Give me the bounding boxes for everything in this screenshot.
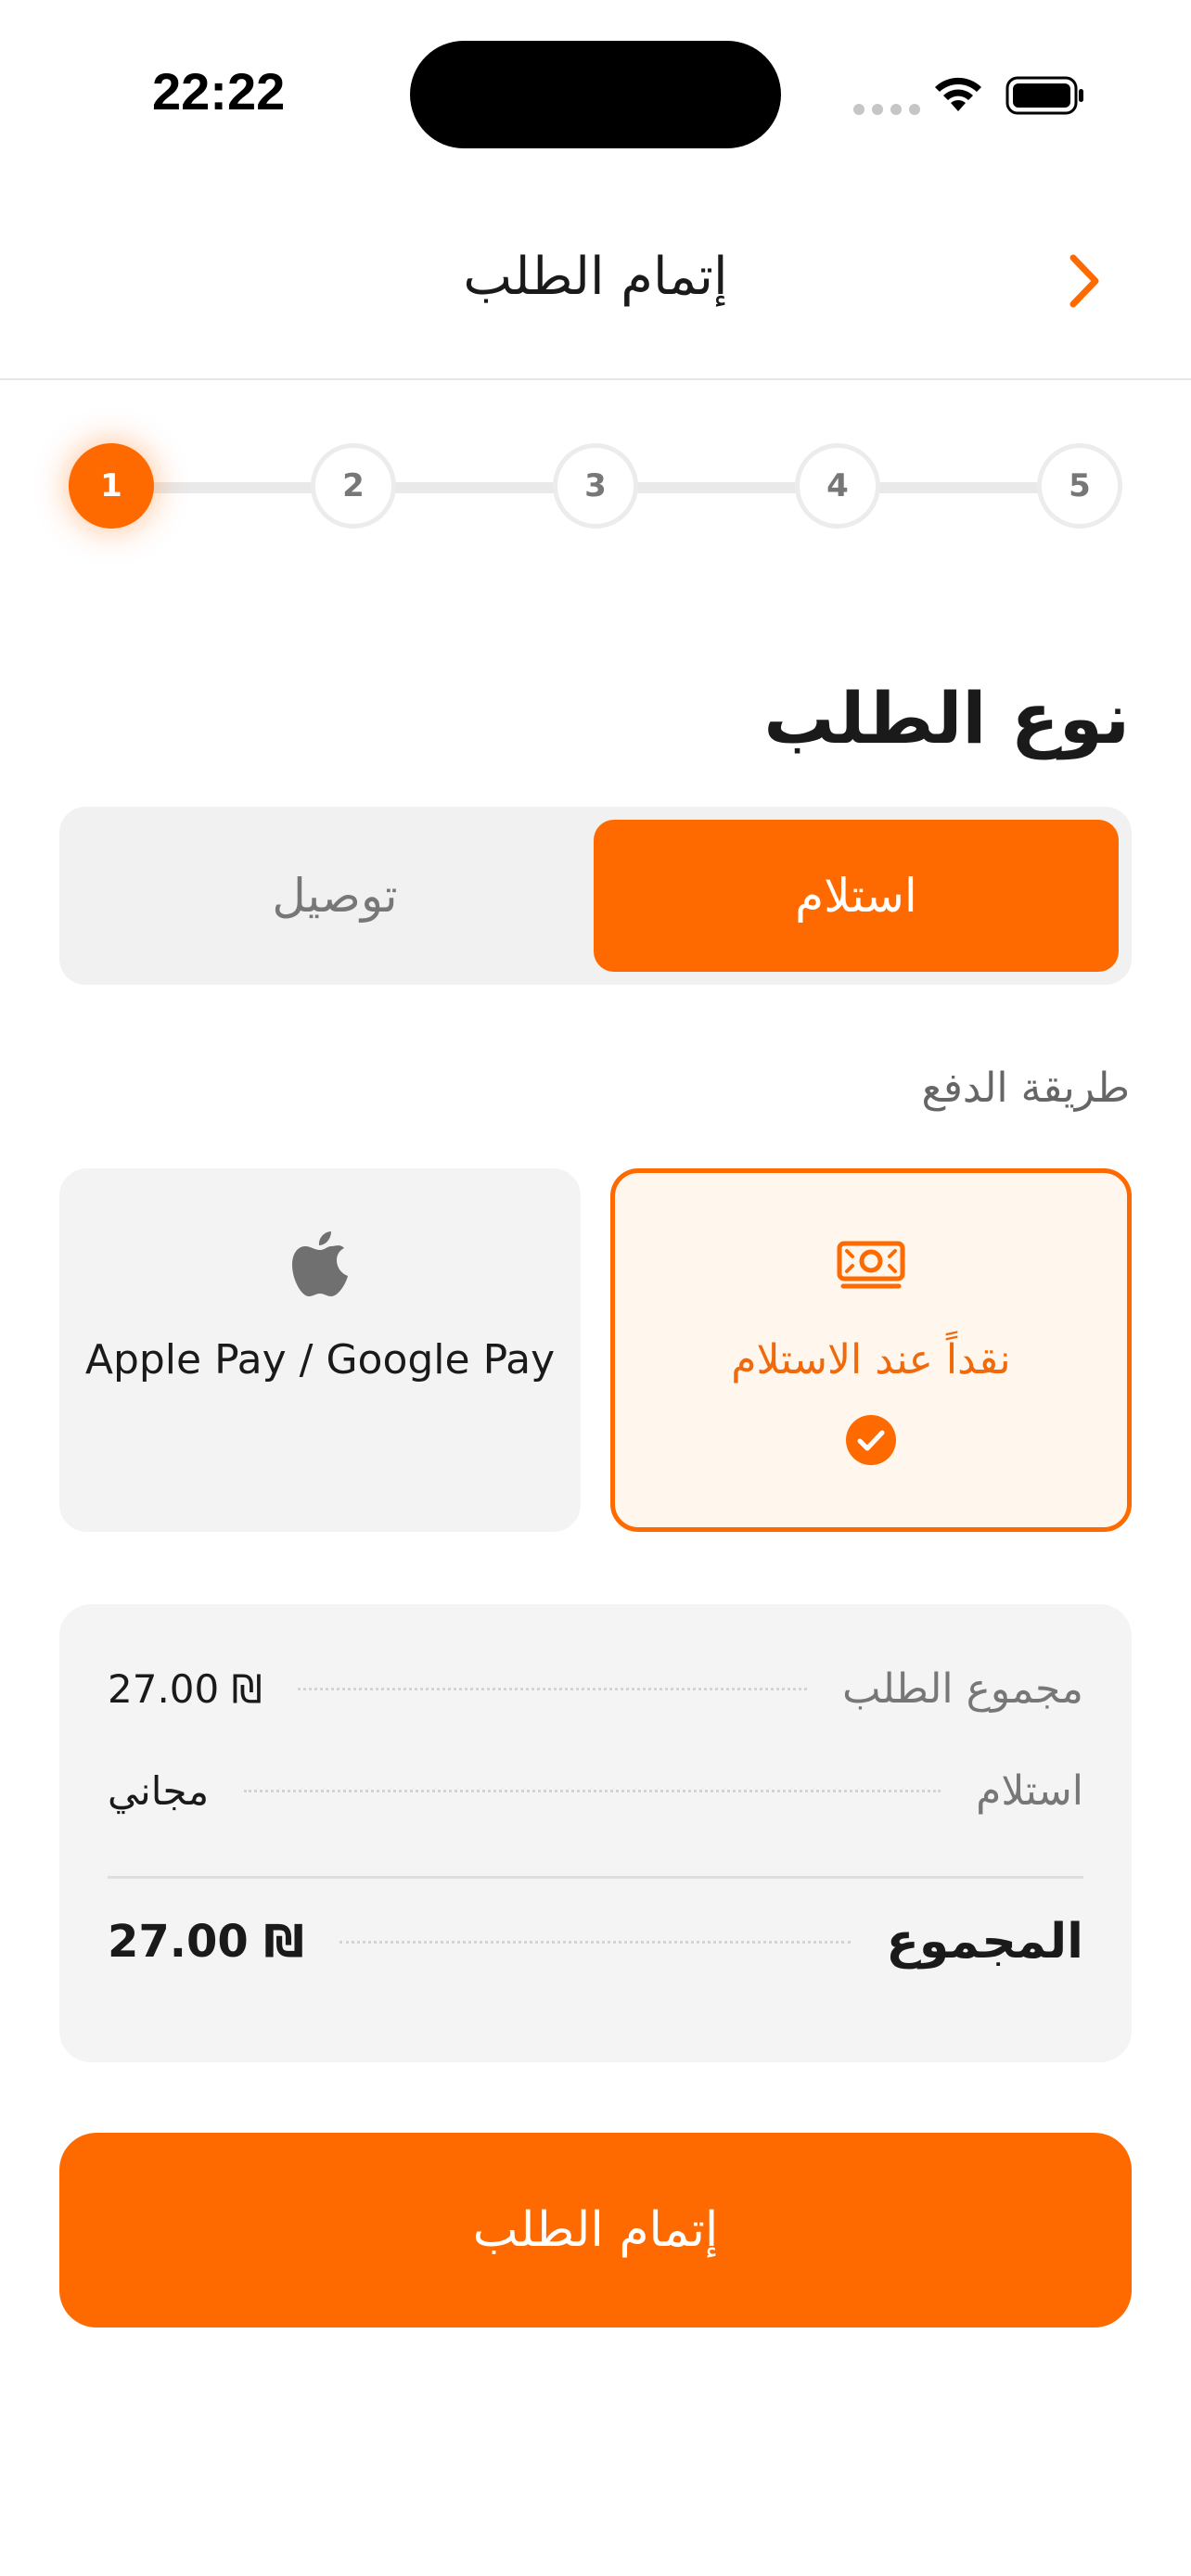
status-time: 22:22 xyxy=(152,62,286,121)
order-summary: 27.00 ₪ مجموع الطلب مجاني استلام 27.00 ₪… xyxy=(59,1604,1132,2062)
complete-order-button[interactable]: إتمام الطلب xyxy=(59,2133,1132,2327)
header: إتمام الطلب xyxy=(0,176,1191,380)
pickup-fee-value: مجاني xyxy=(108,1768,210,1814)
wallet-method-label: Apple Pay / Google Pay xyxy=(84,1336,556,1384)
back-button[interactable] xyxy=(1054,247,1115,315)
wallet-pay-card[interactable]: Apple Pay / Google Pay xyxy=(59,1168,581,1532)
pickup-fee-row: مجاني استلام xyxy=(108,1767,1083,1815)
check-circle-icon xyxy=(846,1415,896,1465)
subtotal-value: 27.00 ₪ xyxy=(108,1666,263,1712)
order-type-toggle: استلام توصيل xyxy=(59,807,1132,985)
step-1: 1 xyxy=(69,443,154,529)
order-type-title: نوع الطلب xyxy=(763,677,1130,759)
step-5: 5 xyxy=(1037,443,1122,529)
progress-stepper: 1 2 3 4 5 xyxy=(69,443,1122,530)
delivery-option[interactable]: توصيل xyxy=(72,820,597,972)
payment-method-label: طريقة الدفع xyxy=(921,1065,1130,1112)
wifi-icon xyxy=(935,77,981,111)
chevron-right-icon xyxy=(1069,254,1099,308)
cash-method-label: نقداً عند الاستلام xyxy=(731,1336,1011,1384)
dynamic-island xyxy=(410,41,781,148)
total-label: المجموع xyxy=(886,1914,1083,1970)
cash-on-pickup-card[interactable]: نقداً عند الاستلام xyxy=(610,1168,1132,1532)
apple-icon xyxy=(292,1231,348,1296)
battery-icon xyxy=(1005,76,1083,115)
pickup-fee-label: استلام xyxy=(976,1767,1083,1815)
step-3: 3 xyxy=(553,443,638,529)
step-2: 2 xyxy=(311,443,396,529)
checkout-screen: 22:22 إتمام الطلب 1 2 3 4 5 نوع الطلب اس… xyxy=(0,0,1191,2576)
subtotal-row: 27.00 ₪ مجموع الطلب xyxy=(108,1665,1083,1713)
cash-icon xyxy=(837,1241,905,1289)
signal-icon xyxy=(853,104,920,115)
page-title: إتمام الطلب xyxy=(463,247,728,307)
total-value: 27.00 ₪ xyxy=(108,1916,304,1968)
status-bar: 22:22 xyxy=(0,0,1191,176)
pickup-option[interactable]: استلام xyxy=(594,820,1119,972)
subtotal-label: مجموع الطلب xyxy=(842,1665,1083,1713)
step-4: 4 xyxy=(795,443,880,529)
summary-divider xyxy=(108,1876,1083,1879)
total-row: 27.00 ₪ المجموع xyxy=(108,1914,1083,1970)
